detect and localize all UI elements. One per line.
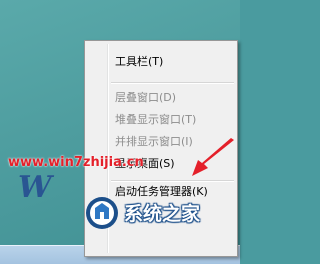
menu-separator <box>111 82 234 84</box>
system-home-logo-icon <box>86 197 118 229</box>
menu-item-stack-windows[interactable]: 堆叠显示窗口(T) <box>87 109 233 131</box>
menu-item-label: 并排显示窗口(I) <box>115 135 193 148</box>
red-arrow-icon <box>192 138 234 176</box>
watermark-url: www.win7zhijia.cn <box>8 155 144 170</box>
menu-item-label: 堆叠显示窗口(T) <box>115 113 197 126</box>
menu-item-toolbars[interactable]: 工具栏(T) <box>87 51 233 73</box>
menu-item-cascade-windows[interactable]: 层叠窗口(D) <box>87 87 233 109</box>
brand-name: 系统之家 <box>124 203 201 225</box>
menu-item-label: 工具栏(T) <box>115 55 164 68</box>
menu-item-label: 层叠窗口(D) <box>115 91 177 104</box>
win7-logo-watermark: W <box>18 170 52 205</box>
menu-item-label: 启动任务管理器(K) <box>115 185 208 198</box>
